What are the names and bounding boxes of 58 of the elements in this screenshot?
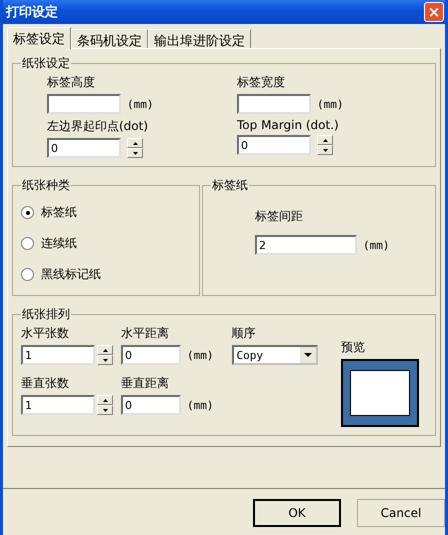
field-label: 顺序: [232, 325, 256, 342]
radio-option[interactable]: 黑线标记纸: [21, 266, 191, 283]
input-field[interactable]: 1: [21, 395, 95, 415]
field-label: 垂直距离: [121, 375, 170, 392]
field-label: 垂直张数: [21, 375, 70, 392]
unit-label: (mm): [363, 238, 390, 252]
close-button[interactable]: ×: [424, 2, 444, 22]
input-field[interactable]: [47, 94, 121, 114]
unit-label: (mm): [317, 98, 344, 110]
group-title: 纸张设定: [21, 55, 71, 72]
field-label: 标签宽度: [237, 74, 286, 91]
input-field[interactable]: 1: [21, 345, 95, 365]
tab[interactable]: 标签设定: [7, 27, 71, 49]
field-label: 标签高度: [47, 74, 96, 91]
field-label: 预览: [341, 339, 366, 356]
field-label: 左边界起印点(dot): [47, 118, 150, 135]
spin-down-button[interactable]: [127, 148, 143, 158]
input-field[interactable]: [237, 94, 311, 114]
radio-option[interactable]: 标签纸: [21, 204, 191, 221]
down-arrow-icon: [102, 408, 108, 412]
input-field[interactable]: 0: [121, 395, 181, 415]
input-field[interactable]: 0: [237, 135, 311, 155]
down-arrow-icon: [102, 358, 108, 362]
window-title: 打印设定: [6, 4, 58, 21]
field-label: Top Margin (dot.): [237, 118, 340, 132]
radio-option[interactable]: 连续纸: [21, 235, 191, 252]
up-arrow-icon: [322, 138, 328, 142]
spin-down-button[interactable]: [317, 145, 333, 155]
spin-up-button[interactable]: [97, 395, 113, 405]
input-field[interactable]: 0: [47, 138, 121, 158]
up-arrow-icon: [102, 398, 108, 402]
unit-label: (mm): [127, 98, 154, 110]
group-title: 标签纸: [211, 177, 249, 194]
down-arrow-icon: [322, 148, 328, 152]
field-label: 水平距离: [121, 325, 170, 342]
input-field[interactable]: 2: [255, 235, 357, 255]
order-dropdown[interactable]: Copy: [232, 345, 318, 365]
spin-up-button[interactable]: [97, 345, 113, 355]
field-label: 水平张数: [21, 325, 70, 342]
unit-label: (mm): [187, 348, 214, 362]
up-arrow-icon: [102, 348, 108, 352]
paper-preview: [350, 370, 410, 416]
tab[interactable]: 条码机设定: [71, 29, 148, 48]
group-title: 纸张种类: [21, 177, 71, 194]
spin-down-button[interactable]: [97, 355, 113, 365]
up-arrow-icon: [132, 142, 138, 144]
tab[interactable]: 输出埠进阶设定: [148, 29, 251, 48]
down-arrow-icon: [132, 152, 138, 154]
unit-label: (mm): [187, 398, 214, 412]
group-title: 纸张排列: [21, 306, 71, 323]
field-label: 标签间距: [255, 208, 304, 225]
dialog-button[interactable]: Cancel: [357, 499, 445, 527]
spin-down-button[interactable]: [97, 405, 113, 415]
input-field[interactable]: 0: [121, 345, 181, 365]
spin-up-button[interactable]: [127, 138, 143, 148]
dialog-button[interactable]: OK: [253, 499, 341, 527]
spin-up-button[interactable]: [317, 135, 333, 145]
caret-icon: [300, 347, 316, 363]
